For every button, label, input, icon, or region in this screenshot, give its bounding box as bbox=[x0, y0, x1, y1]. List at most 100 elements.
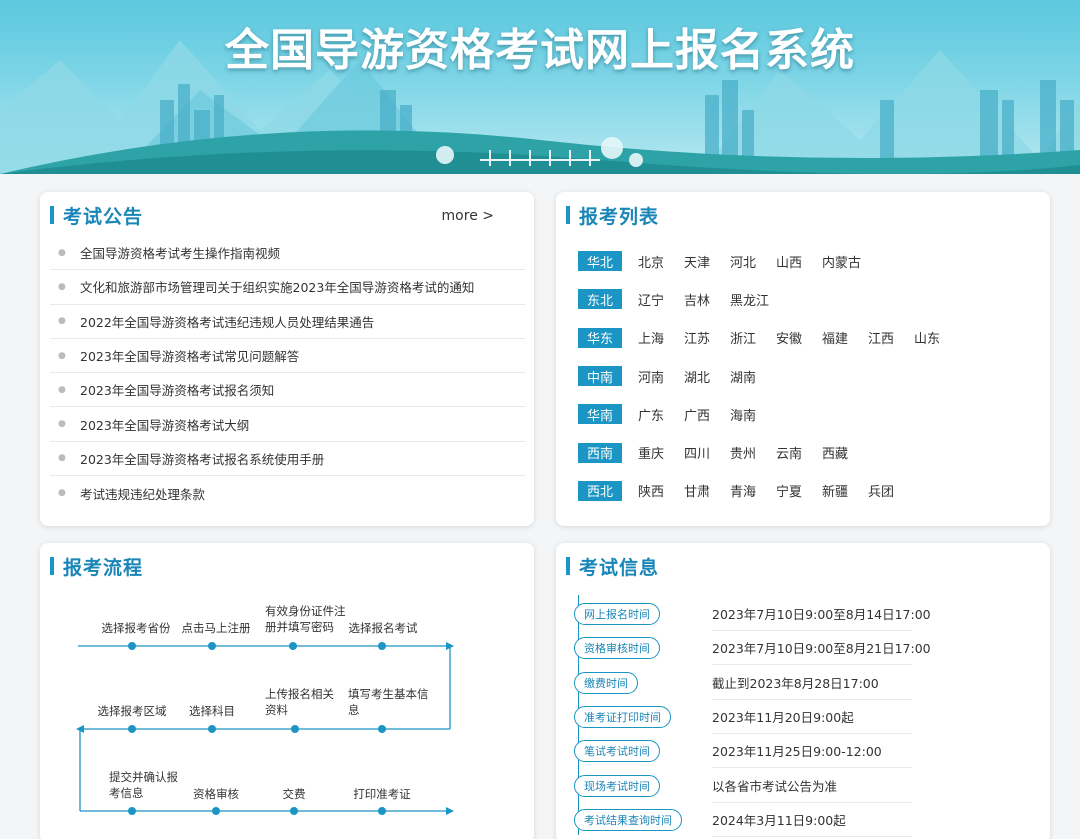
notice-item[interactable]: ● 2023年全国导游资格考试报名须知 bbox=[50, 373, 525, 408]
province-link[interactable]: 天津 bbox=[684, 252, 730, 271]
info-row: 缴费时间 截止到2023年8月28日17:00 bbox=[556, 666, 1050, 700]
province-link[interactable]: 内蒙古 bbox=[822, 252, 868, 271]
notice-item-text: 全国导游资格考试考生操作指南视频 bbox=[80, 246, 281, 262]
region-tag[interactable]: 华北 bbox=[578, 251, 622, 272]
province-link[interactable]: 宁夏 bbox=[776, 481, 822, 500]
notice-item[interactable]: ● 2022年全国导游资格考试违纪违规人员处理结果通告 bbox=[50, 305, 525, 339]
province-link[interactable]: 北京 bbox=[638, 252, 684, 271]
header-banner: 全国导游资格考试网上报名系统 bbox=[0, 0, 1080, 174]
province-link[interactable]: 辽宁 bbox=[638, 290, 684, 309]
info-label-pill[interactable]: 准考证打印时间 bbox=[574, 705, 671, 728]
bullet-icon: ● bbox=[58, 453, 66, 464]
province-link[interactable]: 浙江 bbox=[730, 328, 776, 347]
notice-panel-header: 考试公告 bbox=[50, 202, 143, 228]
region-tag[interactable]: 中南 bbox=[578, 366, 622, 387]
info-value: 以各省市考试公告为准 bbox=[712, 769, 912, 803]
province-link[interactable]: 河南 bbox=[638, 367, 684, 386]
region-panel-title: 报考列表 bbox=[579, 205, 660, 228]
region-row: 西南 重庆 四川 贵州 云南 西藏 bbox=[578, 433, 960, 471]
region-tag[interactable]: 华南 bbox=[578, 404, 622, 425]
province-link[interactable]: 吉林 bbox=[684, 290, 730, 309]
info-label-pill[interactable]: 考试结果查询时间 bbox=[574, 808, 682, 831]
more-link[interactable]: more > bbox=[442, 208, 494, 224]
province-link[interactable]: 甘肃 bbox=[684, 481, 730, 500]
info-row: 网上报名时间 2023年7月10日9:00至8月14日17:00 bbox=[556, 597, 1050, 631]
region-row: 华南 广东 广西 海南 bbox=[578, 395, 960, 433]
info-label-pill[interactable]: 缴费时间 bbox=[574, 671, 638, 694]
notice-item[interactable]: ● 考试违规违纪处理条款 bbox=[50, 476, 525, 510]
step-node bbox=[378, 642, 386, 650]
info-value: 2024年3月11日9:00起 bbox=[712, 803, 912, 837]
province-link[interactable]: 江苏 bbox=[684, 328, 730, 347]
province-link[interactable]: 安徽 bbox=[776, 328, 822, 347]
step-node bbox=[290, 807, 298, 815]
flow-step-label: 打印准考证 bbox=[353, 787, 411, 801]
info-row: 考试结果查询时间 2024年3月11日9:00起 bbox=[556, 803, 1050, 837]
notice-item[interactable]: ● 2023年全国导游资格考试大纲 bbox=[50, 407, 525, 442]
region-list-panel: 报考列表 华北 北京 天津 河北 山西 内蒙古东北 辽宁 吉林 黑龙江华东 上海 江苏 浙江 安徽 福建江… bbox=[556, 192, 1050, 526]
step-node bbox=[208, 642, 216, 650]
notice-item-text: 文化和旅游部市场管理司关于组织实施2023年全国导游资格考试的通知 bbox=[80, 280, 475, 296]
region-row: 中南 河南 湖北 湖南 bbox=[578, 357, 960, 395]
province-link[interactable]: 福建 bbox=[822, 328, 868, 347]
region-tag[interactable]: 华东 bbox=[578, 327, 622, 348]
site-title: 全国导游资格考试网上报名系统 bbox=[225, 25, 855, 76]
flow-step-label: 交费 bbox=[282, 787, 306, 801]
bullet-icon: ● bbox=[58, 316, 66, 327]
province-link[interactable]: 兵团 bbox=[868, 481, 914, 500]
region-tag[interactable]: 西北 bbox=[578, 480, 622, 501]
notice-item-text: 2023年全国导游资格考试报名须知 bbox=[80, 383, 275, 399]
province-link[interactable]: 贵州 bbox=[730, 443, 776, 462]
province-link[interactable]: 湖南 bbox=[730, 367, 776, 386]
province-link[interactable]: 青海 bbox=[730, 481, 776, 500]
province-link[interactable]: 湖北 bbox=[684, 367, 730, 386]
province-link[interactable]: 河北 bbox=[730, 252, 776, 271]
flow-step-label: 选择报考省份 bbox=[101, 621, 171, 635]
bullet-icon: ● bbox=[58, 247, 66, 258]
flow-step-label: 上传报名相关资料 bbox=[265, 687, 334, 717]
info-row: 资格审核时间 2023年7月10日9:00至8月21日17:00 bbox=[556, 631, 1050, 666]
province-link[interactable]: 黑龙江 bbox=[730, 290, 776, 309]
province-link[interactable]: 广东 bbox=[638, 405, 684, 424]
title-accent-bar bbox=[566, 206, 570, 224]
notice-item[interactable]: ● 2023年全国导游资格考试报名系统使用手册 bbox=[50, 442, 525, 477]
notice-panel-title: 考试公告 bbox=[63, 205, 144, 228]
province-link[interactable]: 西藏 bbox=[822, 443, 868, 462]
info-label-pill[interactable]: 笔试考试时间 bbox=[574, 740, 660, 763]
province-link[interactable]: 新疆 bbox=[822, 481, 868, 500]
flow-step-label: 点击马上注册 bbox=[181, 621, 251, 635]
info-panel-title: 考试信息 bbox=[579, 556, 660, 579]
province-link[interactable]: 陕西 bbox=[638, 481, 684, 500]
info-label-pill[interactable]: 现场考试时间 bbox=[574, 774, 660, 797]
province-link[interactable]: 云南 bbox=[776, 443, 822, 462]
notice-item[interactable]: ● 文化和旅游部市场管理司关于组织实施2023年全国导游资格考试的通知 bbox=[50, 270, 525, 305]
info-label-pill[interactable]: 网上报名时间 bbox=[574, 603, 660, 625]
flow-step-label: 资格审核 bbox=[193, 787, 239, 801]
region-tag[interactable]: 东北 bbox=[578, 289, 622, 310]
province-link[interactable]: 四川 bbox=[684, 443, 730, 462]
info-row: 准考证打印时间 2023年11月20日9:00起 bbox=[556, 700, 1050, 734]
notice-item-text: 2023年全国导游资格考试报名系统使用手册 bbox=[80, 451, 325, 467]
bullet-icon: ● bbox=[58, 419, 66, 430]
province-link[interactable]: 海南 bbox=[730, 405, 776, 424]
info-value: 2023年7月10日9:00至8月14日17:00 bbox=[712, 597, 931, 631]
notice-item[interactable]: ● 全国导游资格考试考生操作指南视频 bbox=[50, 236, 525, 271]
flow-step-label: 提交并确认报考信息 bbox=[109, 770, 178, 800]
province-link[interactable]: 江西 bbox=[868, 328, 914, 347]
region-row: 东北 辽宁 吉林 黑龙江 bbox=[578, 280, 960, 318]
notice-list: ● 全国导游资格考试考生操作指南视频 ● 文化和旅游部市场管理司关于组织实施2023… bbox=[50, 236, 525, 510]
info-row: 现场考试时间 以各省市考试公告为准 bbox=[556, 769, 1050, 803]
info-label-pill[interactable]: 资格审核时间 bbox=[574, 637, 660, 660]
region-tag[interactable]: 西南 bbox=[578, 442, 622, 463]
province-link[interactable]: 重庆 bbox=[638, 443, 684, 462]
province-link[interactable]: 山西 bbox=[776, 252, 822, 271]
title-accent-bar bbox=[566, 557, 570, 575]
step-node bbox=[378, 807, 386, 815]
province-link[interactable]: 广西 bbox=[684, 405, 730, 424]
province-link[interactable]: 山东 bbox=[914, 328, 960, 347]
province-link[interactable]: 上海 bbox=[638, 328, 684, 347]
bullet-icon: ● bbox=[58, 488, 66, 499]
flow-step-label: 填写考生基本信息 bbox=[348, 687, 429, 717]
step-node bbox=[128, 642, 136, 650]
notice-item[interactable]: ● 2023年全国导游资格考试常见问题解答 bbox=[50, 339, 525, 374]
